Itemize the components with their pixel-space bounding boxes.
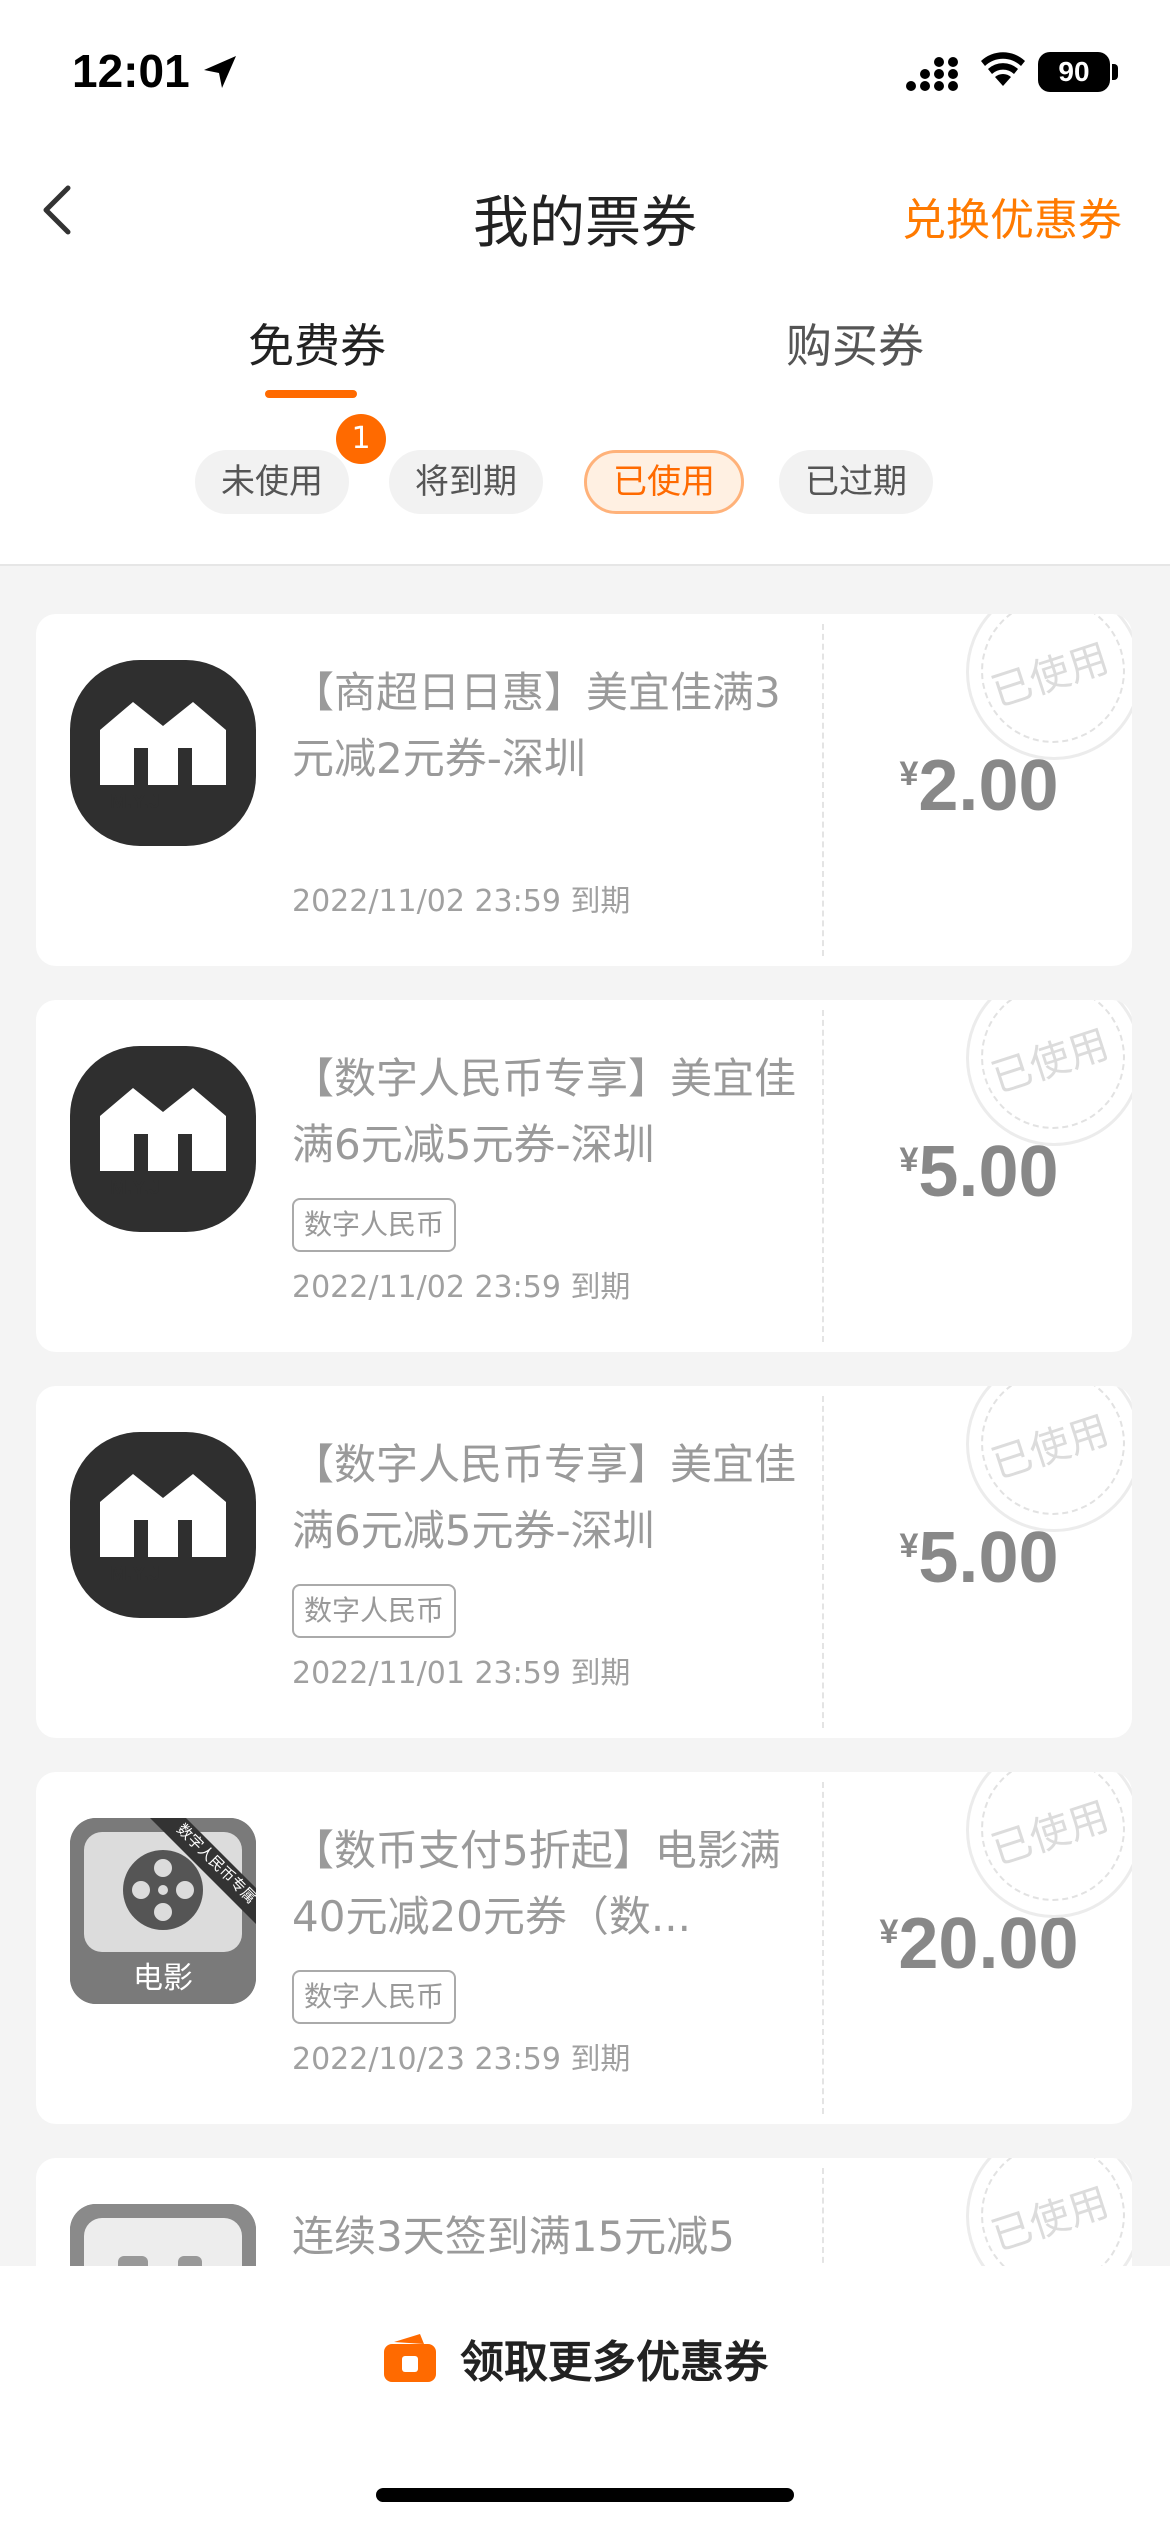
active-tab-indicator (265, 390, 357, 398)
filter-expiring-soon[interactable]: 将到期 (389, 450, 543, 514)
coupon-card[interactable]: 数字人民币专属 电影 【数币支付5折起】电影满40元减20元券（数... 数字人… (36, 1772, 1132, 2124)
coupon-amount: ¥2.00 (826, 746, 1132, 826)
battery-icon: 90 (1038, 52, 1110, 92)
coupon-card[interactable]: M.Y.J 【数字人民币专享】美宜佳满6元减5元券-深圳 数字人民币 2022/… (36, 1000, 1132, 1352)
coupon-title: 连续3天签到满15元减5 (292, 2212, 735, 2261)
get-more-coupons-label: 领取更多优惠券 (460, 2337, 768, 2388)
coupon-title: 【数字人民币专享】美宜佳满6元减5元券-深圳 (292, 1440, 797, 1555)
coupon-divider (822, 1010, 824, 1342)
coupon-expiry: 2022/10/23 23:59 到期 (292, 2042, 631, 2077)
coupon-type-tabs: 免费券 购买券 (0, 280, 1170, 420)
coupon-amount: ¥20.00 (826, 1904, 1132, 1984)
coupon-list: M.Y.J 【商超日日惠】美宜佳满3元减2元券-深圳 2022/11/02 23… (0, 566, 1170, 2266)
used-stamp: 已使用 (966, 2158, 1132, 2266)
coupon-card[interactable]: 连续3天签到满15元减5 已使用 (36, 2158, 1132, 2266)
status-time: 12:01 (72, 45, 190, 97)
coupon-amount: ¥5.00 (826, 1518, 1132, 1598)
svg-text:M.Y.J: M.Y.J (110, 1177, 160, 1199)
wifi-icon (981, 52, 1025, 86)
svg-text:M.Y.J: M.Y.J (110, 1563, 160, 1585)
tab-free-coupons[interactable]: 免费券 (248, 310, 386, 376)
coupon-title: 【数字人民币专享】美宜佳满6元减5元券-深圳 (292, 1054, 797, 1169)
myj-logo-icon: M.Y.J (70, 1432, 256, 1618)
battery-tip (1112, 64, 1118, 80)
used-stamp: 已使用 (966, 1386, 1132, 1532)
cellular-signal-icon (906, 57, 958, 91)
currency-symbol: ¥ (899, 1141, 919, 1179)
coupon-wallet-icon (384, 2334, 436, 2382)
coupon-expiry: 2022/11/02 23:59 到期 (292, 1270, 631, 1305)
unused-count-badge: 1 (336, 414, 386, 464)
coupon-divider (822, 624, 824, 956)
coupon-title: 【数币支付5折起】电影满40元减20元券（数... (292, 1826, 781, 1941)
myj-logo-icon: M.Y.J (70, 660, 256, 846)
filter-used[interactable]: 已使用 (584, 450, 744, 514)
used-stamp: 已使用 (966, 614, 1132, 760)
nav-bar: 我的票券 兑换优惠券 (0, 140, 1170, 280)
coupon-expiry: 2022/11/02 23:59 到期 (292, 884, 631, 919)
svg-text:电影: 电影 (133, 1961, 193, 1996)
coupon-amount: ¥5.00 (826, 1132, 1132, 1212)
coupon-divider (822, 2168, 824, 2266)
location-arrow-icon (204, 56, 236, 88)
filter-unused[interactable]: 未使用 (195, 450, 349, 514)
movie-logo-icon: 数字人民币专属 电影 (70, 1818, 260, 2004)
svg-text:M.Y.J: M.Y.J (110, 791, 160, 813)
ticket-logo-icon (70, 2204, 256, 2266)
digital-rmb-tag: 数字人民币 (292, 1198, 457, 1252)
tab-purchased-coupons[interactable]: 购买券 (786, 310, 924, 376)
coupon-divider (822, 1396, 824, 1728)
filter-expired[interactable]: 已过期 (779, 450, 933, 514)
myj-logo-icon: M.Y.J (70, 1046, 256, 1232)
currency-symbol: ¥ (879, 1913, 899, 1951)
exchange-coupon-link[interactable]: 兑换优惠券 (902, 184, 1122, 248)
status-bar: 12:01 90 (0, 0, 1170, 140)
coupon-card[interactable]: M.Y.J 【商超日日惠】美宜佳满3元减2元券-深圳 2022/11/02 23… (36, 614, 1132, 966)
digital-rmb-tag: 数字人民币 (292, 1584, 457, 1638)
digital-rmb-tag: 数字人民币 (292, 1970, 457, 2024)
status-filter-bar: 未使用 将到期 已使用 已过期 (0, 420, 1170, 566)
home-indicator (376, 2488, 794, 2502)
coupon-divider (822, 1782, 824, 2114)
currency-symbol: ¥ (899, 755, 919, 793)
used-stamp: 已使用 (966, 1772, 1132, 1918)
coupon-title: 【商超日日惠】美宜佳满3元减2元券-深圳 (292, 668, 781, 783)
currency-symbol: ¥ (899, 1527, 919, 1565)
coupon-card[interactable]: M.Y.J 【数字人民币专享】美宜佳满6元减5元券-深圳 数字人民币 2022/… (36, 1386, 1132, 1738)
coupon-expiry: 2022/11/01 23:59 到期 (292, 1656, 631, 1691)
used-stamp: 已使用 (966, 1000, 1132, 1146)
